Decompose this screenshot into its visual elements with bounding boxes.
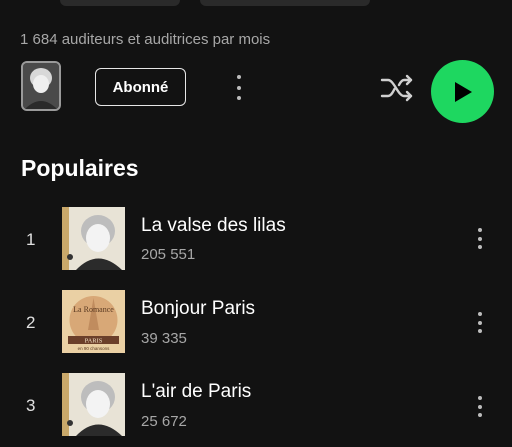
track-rank: 2 bbox=[26, 313, 36, 332]
track-rank: 3 bbox=[26, 396, 36, 415]
track-title: La valse des lilas bbox=[141, 215, 286, 236]
play-icon bbox=[454, 81, 472, 102]
artist-more-options-icon[interactable] bbox=[236, 75, 242, 100]
track-play-count: 25 672 bbox=[141, 413, 187, 430]
header-image-edge bbox=[0, 0, 512, 12]
track-cover-art: La Romance PARIS en 90 chansons bbox=[62, 290, 125, 353]
track-rank: 1 bbox=[26, 230, 36, 249]
track-cover-art bbox=[62, 207, 125, 270]
album-cover-text: PARIS bbox=[85, 338, 103, 345]
follow-button[interactable]: Abonné bbox=[95, 68, 186, 106]
album-cover-text: La Romance bbox=[73, 305, 114, 314]
popular-section-title: Populaires bbox=[21, 155, 139, 181]
artist-thumbnail[interactable] bbox=[21, 61, 61, 111]
play-button[interactable] bbox=[431, 60, 494, 123]
track-title: Bonjour Paris bbox=[141, 298, 256, 319]
monthly-listeners: 1 684 auditeurs et auditrices par mois bbox=[20, 31, 271, 48]
track-more-options-icon[interactable] bbox=[477, 312, 483, 333]
track-title: L'air de Paris bbox=[141, 381, 252, 402]
album-cover-text: en 90 chansons bbox=[78, 346, 111, 351]
track-play-count: 39 335 bbox=[141, 330, 187, 347]
track-more-options-icon[interactable] bbox=[477, 396, 483, 417]
track-play-count: 205 551 bbox=[141, 246, 196, 263]
track-more-options-icon[interactable] bbox=[477, 228, 483, 249]
track-cover-art bbox=[62, 373, 125, 436]
shuffle-icon[interactable] bbox=[380, 73, 414, 103]
